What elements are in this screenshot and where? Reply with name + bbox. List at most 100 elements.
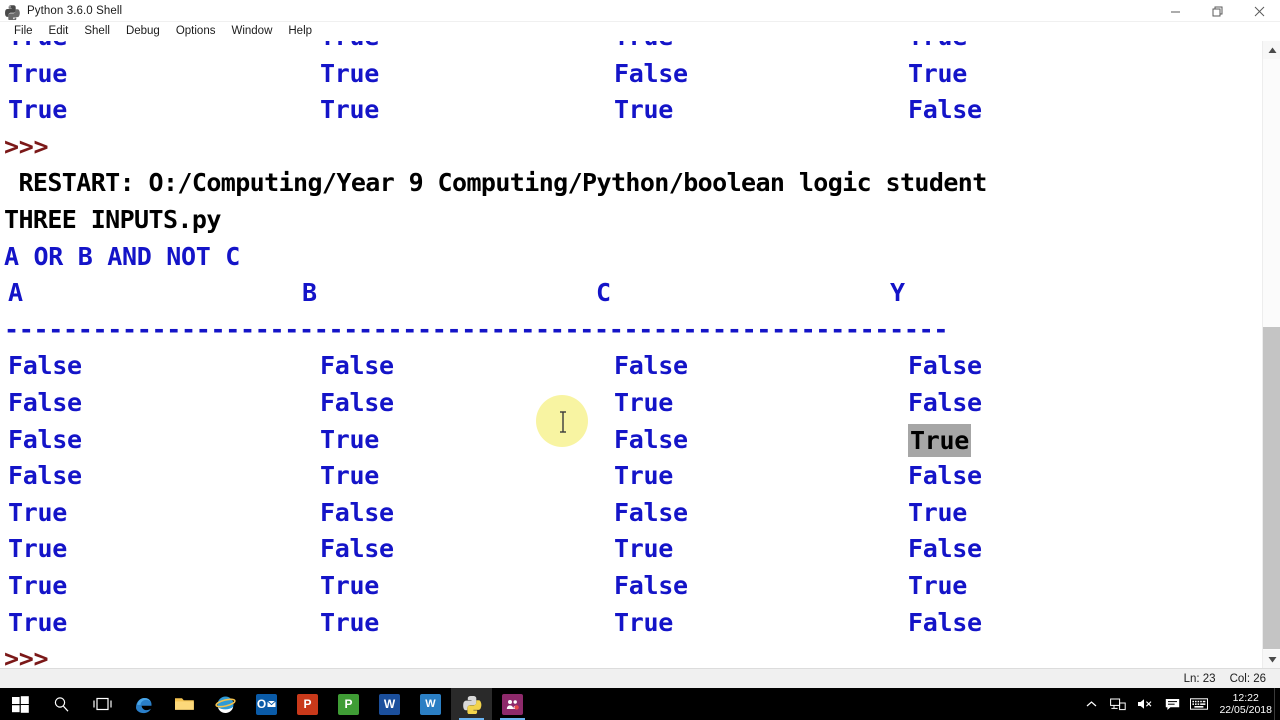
menu-item-debug[interactable]: Debug: [118, 24, 168, 39]
internet-explorer-icon[interactable]: [205, 688, 246, 720]
powerpoint-letter: P: [303, 697, 312, 711]
cell-c: True: [614, 461, 674, 491]
cell-y: True: [908, 58, 968, 88]
window-controls: [1154, 0, 1280, 22]
cell-a: True: [8, 58, 68, 88]
cell-c: False: [614, 497, 688, 527]
powerpoint-icon[interactable]: P: [287, 688, 328, 720]
table-row: True True False True: [4, 568, 1262, 605]
cell-y: False: [908, 461, 982, 491]
cell-y-selected[interactable]: True: [908, 423, 972, 457]
cell-c: True: [614, 41, 673, 56]
status-bar: Ln: 23 Col: 26: [0, 668, 1280, 688]
windows-taskbar: O P P W W 12:22 22/05/2018: [0, 688, 1280, 720]
scroll-up-arrow-icon[interactable]: [1263, 41, 1280, 59]
cell-a: False: [8, 351, 82, 381]
cell-a: True: [8, 534, 68, 564]
table-row: False True True False: [4, 458, 1262, 495]
cell-b: False: [320, 497, 394, 527]
cell-a: False: [8, 424, 82, 454]
cell-c: True: [614, 607, 674, 637]
table-row: True False False True: [4, 495, 1262, 532]
show-desktop-button[interactable]: [1274, 688, 1280, 720]
search-icon[interactable]: [41, 688, 82, 720]
prompt-marker-2: >>>: [4, 644, 49, 668]
action-center-icon[interactable]: [1163, 688, 1181, 720]
column-header-c: C: [596, 278, 611, 308]
cell-b: True: [320, 424, 380, 454]
table-separator-line: ----------------------------------------…: [4, 314, 949, 344]
word-icon[interactable]: W: [369, 688, 410, 720]
cell-a: True: [8, 41, 67, 56]
cell-y: False: [908, 387, 982, 417]
scrollbar-track[interactable]: [1263, 59, 1280, 650]
cell-a: True: [8, 570, 68, 600]
close-button[interactable]: [1238, 0, 1280, 22]
cell-a: False: [8, 387, 82, 417]
cell-b: True: [320, 58, 380, 88]
cell-c: False: [614, 351, 688, 381]
cell-y: False: [908, 607, 982, 637]
outlook-icon[interactable]: O: [246, 688, 287, 720]
title-bar: Python 3.6.0 Shell: [0, 0, 1280, 22]
table-row: False False False False: [4, 348, 1262, 385]
file-explorer-icon[interactable]: [164, 688, 205, 720]
cell-c: False: [614, 58, 688, 88]
volume-muted-icon[interactable]: [1136, 688, 1154, 720]
chevron-up-icon[interactable]: [1082, 688, 1100, 720]
output-row-previous-1: True True False True: [4, 56, 1262, 93]
cell-y: True: [908, 570, 968, 600]
cell-y: True: [908, 497, 968, 527]
table-row: True True True False: [4, 605, 1262, 642]
cell-a: True: [8, 607, 68, 637]
output-row-previous-2: True True True False: [4, 92, 1262, 129]
shell-output-area[interactable]: True True True True True True False True…: [0, 41, 1262, 668]
clock-date: 22/05/2018: [1219, 704, 1272, 716]
cell-b: True: [320, 95, 380, 125]
outlook-letter: O: [256, 697, 267, 711]
menu-item-edit[interactable]: Edit: [41, 24, 77, 39]
table-header-row: A B C Y: [4, 275, 1262, 312]
cell-c: False: [614, 570, 688, 600]
cell-a: True: [8, 95, 68, 125]
python-logo-icon: [4, 2, 24, 20]
remote-app-icon[interactable]: [492, 688, 533, 720]
touch-keyboard-icon[interactable]: [1190, 688, 1209, 720]
table-row: True False True False: [4, 531, 1262, 568]
network-icon[interactable]: [1109, 688, 1127, 720]
cell-b: False: [320, 387, 394, 417]
maximize-restore-button[interactable]: [1196, 0, 1238, 22]
text-cursor-icon: [559, 410, 566, 433]
menu-item-shell[interactable]: Shell: [76, 24, 118, 39]
python-shell-window: Python 3.6.0 Shell File Edit Shell Debug…: [0, 0, 1280, 720]
vertical-scrollbar[interactable]: [1262, 41, 1280, 668]
cell-a: False: [8, 461, 82, 491]
column-header-a: A: [8, 278, 23, 308]
prompt-marker-1: >>>: [4, 131, 49, 161]
cell-y: False: [908, 95, 982, 125]
cell-a: True: [8, 497, 68, 527]
menu-item-window[interactable]: Window: [223, 24, 280, 39]
minimize-button[interactable]: [1154, 0, 1196, 22]
clock-time: 12:22: [1232, 692, 1259, 704]
wordpad-icon[interactable]: W: [410, 688, 451, 720]
start-button[interactable]: [0, 688, 41, 720]
edge-icon[interactable]: [123, 688, 164, 720]
restart-banner-line-2: THREE INPUTS.py: [4, 204, 221, 234]
cell-c: True: [614, 387, 674, 417]
python-idle-icon[interactable]: [451, 688, 492, 720]
cell-b: True: [320, 607, 380, 637]
expression-label: A OR B AND NOT C: [4, 241, 241, 271]
publisher-icon[interactable]: P: [328, 688, 369, 720]
scrollbar-thumb[interactable]: [1263, 327, 1280, 649]
column-header-b: B: [302, 278, 317, 308]
scroll-down-arrow-icon[interactable]: [1263, 650, 1280, 668]
menu-item-options[interactable]: Options: [168, 24, 224, 39]
menu-item-help[interactable]: Help: [280, 24, 320, 39]
table-row: False True False True: [4, 422, 1262, 459]
taskbar-clock[interactable]: 12:22 22/05/2018: [1219, 692, 1272, 716]
publisher-letter: P: [344, 697, 353, 711]
task-view-icon[interactable]: [82, 688, 123, 720]
cell-y: True: [908, 41, 967, 56]
menu-item-file[interactable]: File: [6, 24, 41, 39]
